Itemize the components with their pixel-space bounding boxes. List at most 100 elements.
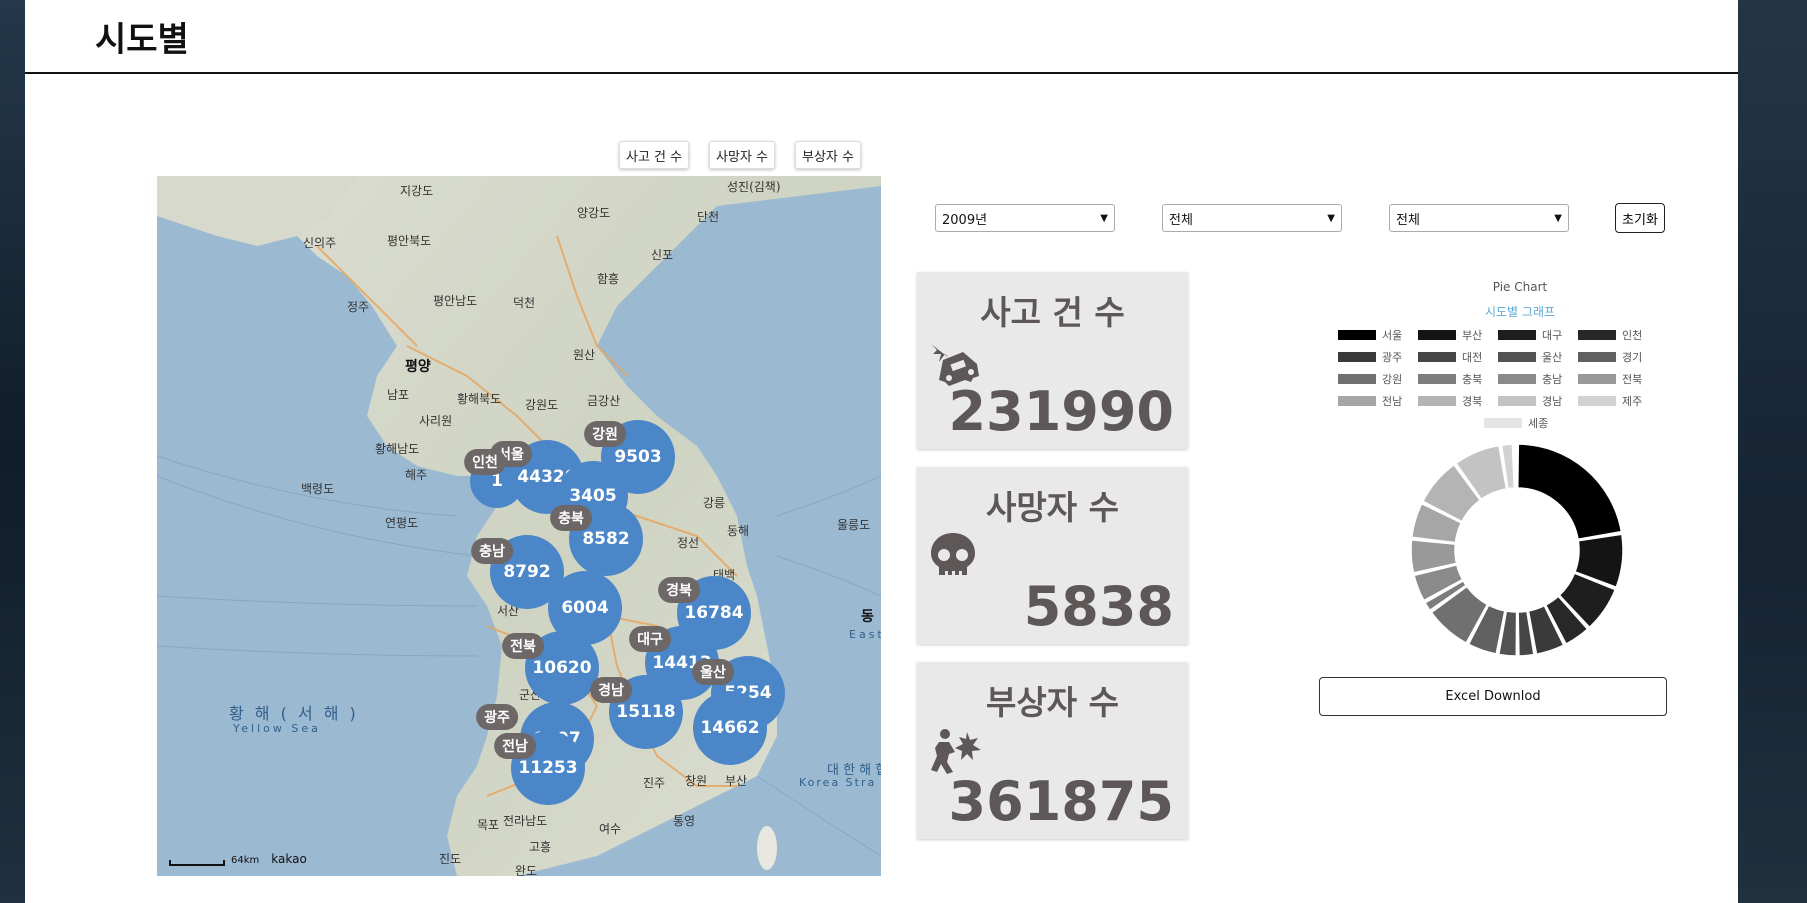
place-label: 강원도 [525, 398, 559, 412]
toggle-accident-count-button[interactable]: 사고 건 수 [619, 141, 690, 169]
legend-item[interactable]: 강원 [1338, 371, 1402, 387]
place-label: 강릉 [703, 496, 726, 510]
place-label: 부산 [725, 774, 748, 788]
deaths-value: 5838 [1023, 575, 1174, 638]
legend-swatch [1418, 352, 1456, 362]
place-label: 목포 [477, 818, 500, 832]
place-label: 양강도 [577, 206, 611, 220]
region-label[interactable]: 경남 [590, 677, 632, 703]
region-select[interactable]: 전체 ▼ [1162, 204, 1342, 232]
legend-item[interactable]: 충북 [1418, 371, 1482, 387]
legend-item[interactable]: 경북 [1418, 393, 1482, 409]
legend-item[interactable]: 세종 [1484, 415, 1548, 431]
region-label[interactable]: 충북 [550, 505, 592, 531]
place-label: 백령도 [301, 482, 335, 496]
place-label: 황해남도 [375, 442, 420, 456]
district-select[interactable]: 전체 ▼ [1389, 204, 1569, 232]
region-label[interactable]: 충남 [471, 538, 513, 564]
region-label[interactable]: 강원 [584, 421, 626, 447]
legend-swatch [1338, 330, 1376, 340]
legend-label: 전북 [1622, 373, 1643, 386]
background-right [1738, 0, 1807, 903]
place-label: 울릉도 [837, 518, 871, 532]
reset-button[interactable]: 초기화 [1615, 203, 1665, 233]
legend-item[interactable]: 경남 [1498, 393, 1562, 409]
legend-swatch [1578, 374, 1616, 384]
place-label: 동해 [727, 524, 750, 538]
legend-swatch [1418, 374, 1456, 384]
region-label[interactable]: 전북 [502, 633, 544, 659]
skull-icon [931, 533, 975, 577]
place-label: 여수 [599, 822, 622, 836]
year-select-value: 2009년 [942, 212, 988, 228]
place-label: 동 [861, 609, 874, 625]
legend-label: 제주 [1622, 395, 1643, 408]
cluster-bubble[interactable]: 14662 [693, 691, 767, 765]
legend-label: 대전 [1462, 351, 1483, 364]
injuries-card: 부상자 수 361875 [917, 662, 1188, 839]
legend-item[interactable]: 부산 [1418, 327, 1482, 343]
place-label: 정선 [677, 536, 700, 550]
place-label: Korea Stra [799, 776, 877, 789]
toggle-injuries-button[interactable]: 부상자 수 [795, 141, 861, 169]
legend-label: 전남 [1382, 395, 1403, 408]
legend-item[interactable]: 대구 [1498, 327, 1562, 343]
header: 시도별 [25, 0, 1738, 74]
pie-slice[interactable] [1517, 443, 1623, 540]
accident-count-value: 231990 [948, 380, 1174, 443]
toggle-deaths-button[interactable]: 사망자 수 [709, 141, 775, 169]
place-label: 진주 [643, 776, 666, 790]
legend-item[interactable]: 인천 [1578, 327, 1642, 343]
legend-label: 경북 [1462, 395, 1483, 408]
place-label: 단천 [697, 210, 720, 224]
region-label[interactable]: 인천 [464, 449, 506, 475]
pie-slice[interactable] [1514, 443, 1517, 489]
legend-item[interactable]: 광주 [1338, 349, 1402, 365]
legend-swatch [1484, 418, 1522, 428]
place-label: 통영 [673, 814, 696, 828]
place-label: 지강도 [400, 184, 434, 198]
place-label: 덕천 [513, 296, 536, 310]
place-label: 신의주 [303, 236, 337, 250]
place-label: 평안북도 [387, 234, 432, 248]
page: 시도별 사고 건 수 사망자 수 부상자 수 지강도 양강도 신의주 평안북도 … [25, 0, 1738, 903]
place-label: 해주 [405, 468, 428, 482]
legend-item[interactable]: 울산 [1498, 349, 1562, 365]
legend-label: 인천 [1622, 329, 1643, 342]
legend-item[interactable]: 제주 [1578, 393, 1642, 409]
injuries-value: 361875 [948, 770, 1174, 833]
card-title: 부상자 수 [986, 683, 1119, 722]
page-title: 시도별 [95, 20, 189, 60]
region-label[interactable]: 광주 [476, 704, 518, 730]
region-label[interactable]: 경북 [658, 577, 700, 603]
legend-swatch [1418, 330, 1456, 340]
legend-swatch [1578, 352, 1616, 362]
accident-count-card: 사고 건 수 231990 [917, 272, 1188, 449]
legend-swatch [1498, 352, 1536, 362]
place-label: 사리원 [419, 414, 453, 428]
legend-item[interactable]: 전남 [1338, 393, 1402, 409]
legend-swatch [1578, 396, 1616, 406]
legend-item[interactable]: 서울 [1338, 327, 1402, 343]
excel-download-button[interactable]: Excel Downlod [1319, 677, 1667, 716]
map[interactable]: 지강도 양강도 신의주 평안북도 정주 평안남도 덕천 평양 남포 사리원 황해… [157, 176, 881, 876]
region-label[interactable]: 대구 [629, 626, 671, 652]
legend-label: 경기 [1622, 351, 1643, 364]
legend-swatch [1338, 396, 1376, 406]
legend-item[interactable]: 대전 [1418, 349, 1482, 365]
place-label: 함흥 [597, 272, 620, 286]
legend-item[interactable]: 전북 [1578, 371, 1642, 387]
deaths-card: 사망자 수 5838 [917, 467, 1188, 644]
place-label: 남포 [387, 388, 410, 402]
region-label[interactable]: 전남 [494, 733, 536, 759]
legend-label: 충북 [1462, 373, 1483, 386]
legend-label: 강원 [1382, 373, 1403, 386]
legend-label: 울산 [1542, 351, 1563, 364]
region-label[interactable]: 울산 [692, 659, 734, 685]
place-label: 연평도 [385, 516, 419, 530]
card-title: 사고 건 수 [980, 293, 1125, 332]
legend-swatch [1498, 396, 1536, 406]
year-select[interactable]: 2009년 ▼ [935, 204, 1115, 232]
legend-item[interactable]: 경기 [1578, 349, 1642, 365]
legend-item[interactable]: 충남 [1498, 371, 1562, 387]
